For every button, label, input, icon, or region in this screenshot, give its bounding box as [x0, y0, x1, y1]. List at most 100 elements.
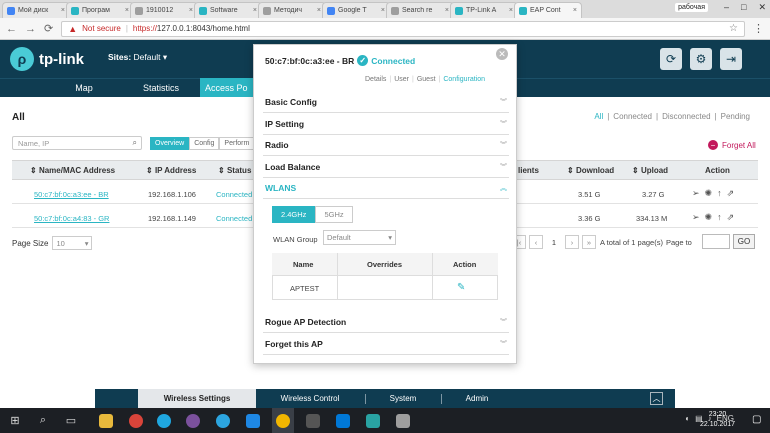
column-header-download[interactable]: ⇕ Download: [567, 166, 614, 175]
reboot-icon[interactable]: ✺: [705, 212, 713, 223]
browser-tab[interactable]: Програм ×: [66, 2, 134, 18]
go-button[interactable]: GO: [733, 234, 755, 249]
logout-icon[interactable]: ⇥: [720, 48, 742, 70]
refresh-icon[interactable]: ⟳: [660, 48, 682, 70]
section-radio[interactable]: Radio ︾: [263, 135, 509, 156]
admin-tab[interactable]: Admin: [448, 389, 506, 408]
band-5ghz-button[interactable]: 5GHz: [315, 206, 353, 223]
windows-start-icon[interactable]: ⊞: [4, 408, 26, 433]
filter-pending[interactable]: Pending: [721, 112, 750, 121]
back-icon[interactable]: ←: [6, 23, 17, 35]
nav-access-points[interactable]: Access Po: [200, 78, 254, 97]
task-view-icon[interactable]: ▭: [60, 408, 82, 433]
close-tab-icon[interactable]: ×: [125, 7, 129, 14]
mail-icon[interactable]: [332, 408, 354, 433]
file-explorer-icon[interactable]: [95, 408, 117, 433]
tab-performance[interactable]: Perform: [219, 137, 255, 150]
tab-configuration[interactable]: Configuration: [443, 76, 485, 83]
column-header-ip[interactable]: ⇕ IP Address: [146, 166, 196, 175]
browser-tab[interactable]: 1910012 ×: [130, 2, 198, 18]
edit-icon[interactable]: ✎: [457, 282, 465, 293]
forward-icon[interactable]: →: [25, 23, 36, 35]
search-input[interactable]: Name, IP ⌕: [12, 136, 142, 150]
upgrade-icon[interactable]: ↑: [717, 188, 722, 199]
section-basic-config[interactable]: Basic Config ︾: [263, 92, 509, 113]
tab-details[interactable]: Details: [365, 76, 386, 83]
section-forget-ap[interactable]: Forget this AP ︾: [263, 334, 509, 355]
search-icon[interactable]: ⌕: [133, 138, 137, 148]
nav-map[interactable]: Map: [55, 78, 113, 97]
tray-icon[interactable]: ◐: [685, 414, 690, 423]
notifications-icon[interactable]: ▢: [752, 414, 761, 425]
site-selector[interactable]: Sites: Default ▾: [108, 52, 167, 63]
terminal-icon[interactable]: [302, 408, 324, 433]
edge-icon[interactable]: [242, 408, 264, 433]
close-tab-icon[interactable]: ×: [573, 7, 577, 14]
browser-tab[interactable]: Мой диск ×: [2, 2, 70, 18]
filter-disconnected[interactable]: Disconnected: [662, 112, 710, 121]
chrome-active-icon[interactable]: [272, 408, 294, 433]
browser-tab[interactable]: Search re ×: [386, 2, 454, 18]
section-load-balance[interactable]: Load Balance ︾: [263, 157, 509, 178]
locate-icon[interactable]: ➢: [692, 212, 700, 223]
browser-tab[interactable]: TP-Link A ×: [450, 2, 518, 18]
current-page[interactable]: 1: [546, 238, 562, 247]
url-input[interactable]: ▲ Not secure | https://127.0.0.1:8043/ho…: [61, 20, 745, 37]
nav-statistics[interactable]: Statistics: [130, 78, 192, 97]
reboot-icon[interactable]: ✺: [705, 188, 713, 199]
telegram-icon[interactable]: [212, 408, 234, 433]
ap-name-link[interactable]: 50:c7:bf:0c:a3:ee - BR: [34, 190, 109, 199]
gear-icon[interactable]: ⚙: [690, 48, 712, 70]
viber-icon[interactable]: [182, 408, 204, 433]
close-tab-icon[interactable]: ×: [381, 7, 385, 14]
app-icon[interactable]: [392, 408, 414, 433]
chrome-icon[interactable]: [125, 408, 147, 433]
wireless-settings-tab[interactable]: Wireless Settings: [138, 389, 256, 408]
chevron-up-icon[interactable]: ︿: [650, 392, 663, 405]
close-icon[interactable]: ✕: [496, 48, 508, 60]
forget-all-button[interactable]: − Forget All: [708, 140, 756, 150]
section-wlans[interactable]: WLANS ︽: [263, 178, 509, 199]
next-page-icon[interactable]: ›: [565, 235, 579, 249]
close-tab-icon[interactable]: ×: [317, 7, 321, 14]
page-to-input[interactable]: [702, 234, 730, 249]
browser-tab-active[interactable]: EAP Cont ×: [514, 2, 582, 18]
close-tab-icon[interactable]: ×: [189, 7, 193, 14]
browser-tab[interactable]: Software ×: [194, 2, 262, 18]
tab-overview[interactable]: Overview: [150, 137, 190, 150]
browser-menu-icon[interactable]: ⋮: [753, 22, 764, 35]
page-size-select[interactable]: 10 ▾: [52, 236, 93, 250]
tools-icon[interactable]: [362, 408, 384, 433]
locate-icon[interactable]: ➢: [692, 188, 700, 199]
skype-icon[interactable]: [153, 408, 175, 433]
last-page-icon[interactable]: »: [582, 235, 596, 249]
tab-config[interactable]: Config: [189, 137, 220, 150]
system-tab[interactable]: System: [372, 389, 434, 408]
filter-connected[interactable]: Connected: [613, 112, 652, 121]
minimize-icon[interactable]: –: [724, 2, 729, 13]
column-header-status[interactable]: ⇕ Status: [218, 166, 251, 175]
close-tab-icon[interactable]: ×: [61, 7, 65, 14]
filter-all[interactable]: All: [594, 112, 603, 121]
search-icon[interactable]: ⌕: [32, 408, 54, 433]
bookmark-star-icon[interactable]: ☆: [729, 23, 738, 34]
upgrade-icon[interactable]: ↑: [717, 212, 722, 223]
clock[interactable]: 23:20 22.10.2017: [700, 410, 735, 430]
section-rogue-ap[interactable]: Rogue AP Detection ︾: [263, 312, 509, 333]
browser-tab[interactable]: Методич ×: [258, 2, 326, 18]
section-ip-setting[interactable]: IP Setting ︾: [263, 114, 509, 135]
column-header-clients[interactable]: lients: [518, 166, 539, 175]
column-header-name[interactable]: ⇕ Name/MAC Address: [30, 166, 115, 175]
band-2ghz-button[interactable]: 2.4GHz: [272, 206, 316, 223]
tab-user[interactable]: User: [394, 76, 409, 83]
maximize-icon[interactable]: □: [741, 2, 746, 13]
close-tab-icon[interactable]: ×: [253, 7, 257, 14]
wlan-group-select[interactable]: Default ▾: [323, 230, 396, 245]
tab-guest[interactable]: Guest: [417, 76, 436, 83]
ap-name-link[interactable]: 50:c7:bf:0c:a4:83 - GR: [34, 214, 109, 223]
move-icon[interactable]: ⇗: [727, 188, 735, 199]
browser-tab[interactable]: Google T ×: [322, 2, 390, 18]
window-close-icon[interactable]: ✕: [758, 2, 766, 13]
reload-icon[interactable]: ⟳: [44, 22, 53, 35]
profile-badge[interactable]: рабочая: [675, 3, 708, 12]
